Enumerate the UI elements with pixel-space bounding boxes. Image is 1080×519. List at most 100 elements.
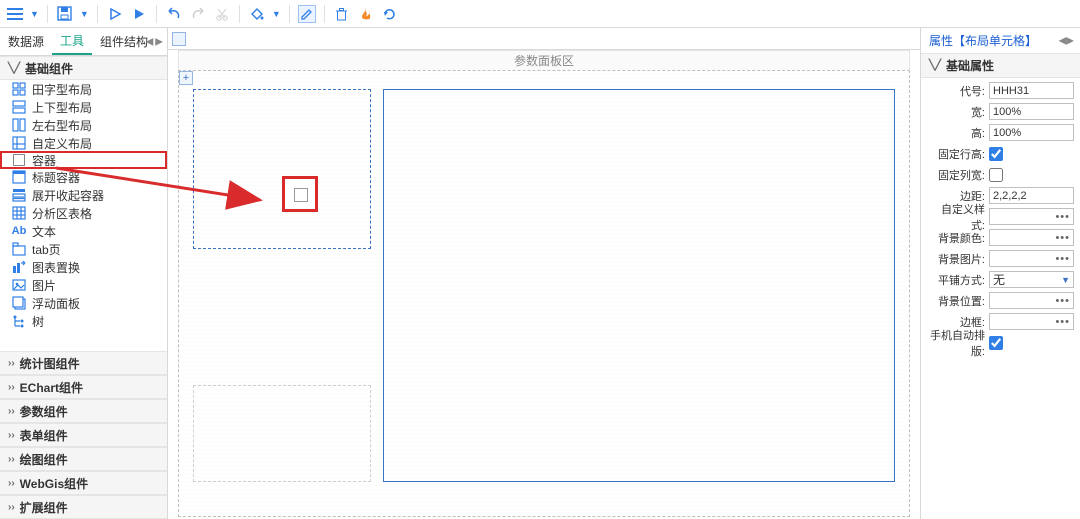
chevron-right-icon: ›› [8, 502, 15, 513]
component-item-box[interactable]: 容器 [0, 151, 167, 169]
item-label: 文本 [32, 223, 56, 240]
input-height[interactable]: 100% [989, 124, 1074, 141]
collapse-right-icon[interactable]: ◀▶ [1059, 35, 1074, 46]
canvas-wrap: 参数面板区 + [178, 50, 910, 517]
section-title: 扩展组件 [20, 499, 68, 516]
section-扩展组件[interactable]: ›› 扩展组件 [0, 495, 167, 519]
play-outline-icon[interactable] [106, 5, 124, 23]
table-icon [12, 206, 26, 220]
item-label: 田字型布局 [32, 81, 92, 98]
item-label: 容器 [32, 152, 56, 169]
component-item-customgrid[interactable]: 自定义布局 [0, 134, 167, 152]
checkbox-fix-row-height[interactable] [989, 147, 1003, 161]
section-统计图组件[interactable]: ››统计图组件 [0, 351, 167, 375]
component-item-table[interactable]: 分析区表格 [0, 204, 167, 222]
item-label: 分析区表格 [32, 205, 92, 222]
component-item-floatpanel[interactable]: 浮动面板 [0, 294, 167, 312]
grid4-icon [12, 82, 26, 96]
pin-icon[interactable] [172, 32, 186, 46]
section-表单组件[interactable]: ››表单组件 [0, 423, 167, 447]
section-参数组件[interactable]: ››参数组件 [0, 399, 167, 423]
collapse-right-icon[interactable]: ▶ [155, 36, 163, 47]
add-cell-button[interactable]: + [179, 71, 193, 85]
label-code: 代号: [927, 83, 985, 99]
item-label: 展开收起容器 [32, 187, 104, 204]
cut-icon[interactable] [213, 5, 231, 23]
properties-title-text: 属性【布局单元格】 [929, 32, 1037, 49]
tree-icon [12, 314, 26, 328]
save-icon[interactable] [56, 5, 74, 23]
chevron-right-icon: ›› [8, 382, 15, 393]
item-label: 图片 [32, 277, 56, 294]
section-basic-props[interactable]: ╲╱ 基础属性 [921, 54, 1080, 78]
section-title: 表单组件 [20, 427, 68, 444]
tab-datasource[interactable]: 数据源 [0, 28, 52, 55]
select-tile-mode[interactable]: 无▼ [989, 271, 1074, 288]
chevron-down-icon[interactable]: ▼ [80, 9, 89, 19]
item-label: 左右型布局 [32, 117, 92, 134]
section-EChart组件[interactable]: ››EChart组件 [0, 375, 167, 399]
chevron-down-icon: ╲╱ [8, 63, 20, 74]
chevron-right-icon: ›› [8, 454, 15, 465]
menu-icon[interactable] [6, 5, 24, 23]
input-code[interactable]: HHH31 [989, 82, 1074, 99]
button-bg-image[interactable]: ••• [989, 250, 1074, 267]
item-label: 浮动面板 [32, 295, 80, 312]
component-item-collapsebox[interactable]: 展开收起容器 [0, 186, 167, 204]
layout-cell-bottom-left[interactable] [193, 385, 371, 482]
chevron-down-icon[interactable]: ▼ [272, 9, 281, 19]
chevron-down-icon: ╲╱ [929, 60, 941, 71]
redo-icon[interactable] [189, 5, 207, 23]
component-item-text[interactable]: Ab文本 [0, 222, 167, 240]
tabs-icon [12, 242, 26, 256]
reload-icon[interactable] [381, 5, 399, 23]
component-item-rows2[interactable]: 上下型布局 [0, 98, 167, 116]
canvas-outer[interactable]: + [178, 70, 910, 517]
pencil-icon[interactable] [298, 5, 316, 23]
button-border[interactable]: ••• [989, 313, 1074, 330]
chevron-right-icon: ›› [8, 358, 15, 369]
section-WebGis组件[interactable]: ››WebGis组件 [0, 471, 167, 495]
button-bg-color[interactable]: ••• [989, 229, 1074, 246]
component-item-swapchart[interactable]: 图表置换 [0, 258, 167, 276]
checkbox-mobile-auto-layout[interactable] [989, 336, 1003, 350]
component-item-image[interactable]: 图片 [0, 276, 167, 294]
button-bg-position[interactable]: ••• [989, 292, 1074, 309]
label-height: 高: [927, 125, 985, 141]
section-basic-components[interactable]: ╲╱ 基础组件 [0, 56, 167, 80]
input-width[interactable]: 100% [989, 103, 1074, 120]
layout-cell-left[interactable] [193, 89, 371, 249]
section-title: WebGis组件 [20, 475, 88, 492]
tab-tools[interactable]: 工具 [52, 28, 92, 55]
component-item-titlebox[interactable]: 标题容器 [0, 168, 167, 186]
main-toolbar: ▼ ▼ ▼ [0, 0, 1080, 28]
chevron-down-icon[interactable]: ▼ [30, 9, 39, 19]
paint-bucket-icon[interactable] [248, 5, 266, 23]
swapchart-icon [12, 260, 26, 274]
undo-icon[interactable] [165, 5, 183, 23]
collapse-left-icon[interactable]: ◀ [146, 36, 154, 47]
layout-cell-right[interactable] [383, 89, 895, 482]
trash-icon[interactable] [333, 5, 351, 23]
component-item-tabs[interactable]: tab页 [0, 240, 167, 258]
label-bg-pos: 背景位置: [927, 293, 985, 309]
play-solid-icon[interactable] [130, 5, 148, 23]
cols2-icon [12, 118, 26, 132]
customgrid-icon [12, 136, 26, 150]
component-item-cols2[interactable]: 左右型布局 [0, 116, 167, 134]
left-tabs: 数据源 工具 组件结构 ◀ ▶ [0, 28, 167, 56]
section-绘图组件[interactable]: ››绘图组件 [0, 447, 167, 471]
label-mobile-auto: 手机自动排版: [927, 327, 985, 359]
properties-rows: 代号:HHH31 宽:100% 高:100% 固定行高: 固定列宽: 边距:2,… [921, 78, 1080, 355]
button-custom-style[interactable]: ••• [989, 208, 1074, 225]
component-item-tree[interactable]: 树 [0, 312, 167, 330]
container-drop-target[interactable] [282, 176, 318, 212]
canvas-inner [193, 89, 895, 502]
checkbox-fix-col-width[interactable] [989, 168, 1003, 182]
section-title: 基础属性 [946, 57, 994, 74]
image-icon [12, 278, 26, 292]
titlebox-icon [12, 170, 26, 184]
flame-icon[interactable] [357, 5, 375, 23]
input-margin[interactable]: 2,2,2,2 [989, 187, 1074, 204]
component-item-grid4[interactable]: 田字型布局 [0, 80, 167, 98]
